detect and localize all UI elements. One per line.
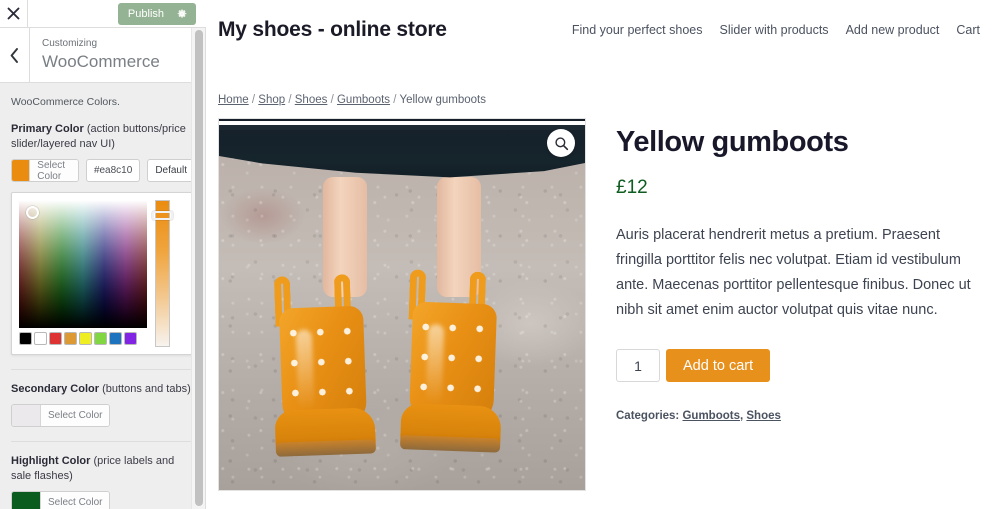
product-image[interactable] [218, 118, 586, 491]
boot-highlight [295, 329, 315, 410]
customizer-titles: Customizing WooCommerce [30, 28, 160, 82]
highlight-color-swatch[interactable] [12, 492, 40, 509]
categories-label: Categories: [616, 410, 680, 422]
preset-swatch-yellow[interactable] [79, 332, 92, 345]
nav-item-slider-with-products[interactable]: Slider with products [719, 23, 828, 37]
preset-swatch-orange[interactable] [64, 332, 77, 345]
site-header: My shoes - online store Find your perfec… [206, 0, 1000, 48]
close-icon[interactable] [0, 0, 28, 27]
product-title: Yellow gumboots [616, 126, 849, 158]
highlight-color-title: Highlight Color [11, 455, 91, 467]
breadcrumb-link-shop[interactable]: Shop [258, 94, 285, 106]
saturation-field[interactable] [19, 200, 147, 328]
primary-color-row: Select Color #ea8c10 Default [11, 159, 195, 182]
primary-select-color-button[interactable]: Select Color [11, 159, 79, 182]
breadcrumb-separator: / [330, 94, 334, 106]
breadcrumb-current: Yellow gumboots [399, 94, 486, 106]
preset-swatch-green[interactable] [94, 332, 107, 345]
breadcrumb-link-gumboots[interactable]: Gumboots [337, 94, 390, 106]
sidebar-scrollbar-thumb[interactable] [195, 30, 203, 506]
breadcrumb-separator: / [393, 94, 397, 106]
highlight-select-color-label: Select Color [40, 492, 110, 509]
customizing-label: Customizing [42, 38, 98, 49]
breadcrumb-separator: / [288, 94, 292, 106]
divider [11, 441, 195, 442]
hue-slider[interactable] [152, 200, 173, 347]
primary-default-button[interactable]: Default [147, 159, 195, 182]
gear-icon[interactable] [176, 8, 188, 20]
hue-slider-handle[interactable] [152, 211, 173, 220]
hue-gradient[interactable] [155, 200, 170, 347]
publish-button[interactable]: Publish [117, 3, 196, 25]
photo-boot-left [268, 267, 383, 467]
publish-button-label: Publish [127, 8, 164, 20]
product-description: Auris placerat hendrerit metus a pretium… [616, 227, 971, 318]
nav-item-cart[interactable]: Cart [956, 23, 980, 37]
panel-description: WooCommerce Colors. [11, 96, 120, 108]
nav-item-add-new-product[interactable]: Add new product [846, 23, 940, 37]
product-summary: Yellow gumboots £12 Auris placerat hendr… [616, 118, 1000, 491]
preset-swatch-purple[interactable] [124, 332, 137, 345]
site-title: My shoes - online store [218, 18, 447, 41]
primary-color-swatch[interactable] [12, 160, 30, 181]
product-section: Yellow gumboots £12 Auris placerat hendr… [206, 106, 1000, 491]
breadcrumb-link-shoes[interactable]: Shoes [295, 94, 328, 106]
highlight-select-color-button[interactable]: Select Color [11, 491, 111, 509]
boot-highlight [425, 324, 445, 405]
add-to-cart-button[interactable]: Add to cart [666, 349, 771, 382]
secondary-color-label: Secondary Color (buttons and tabs) [11, 382, 195, 397]
category-link-shoes[interactable]: Shoes [746, 410, 781, 422]
secondary-select-color-button[interactable]: Select Color [11, 404, 111, 427]
product-photo [219, 119, 585, 490]
secondary-color-row: Select Color [11, 404, 195, 427]
category-link-gumboots[interactable]: Gumboots [682, 410, 740, 422]
preset-swatches[interactable] [19, 332, 147, 345]
primary-hex-input[interactable]: #ea8c10 [85, 159, 141, 182]
preset-swatch-red[interactable] [49, 332, 62, 345]
sidebar-scrollbar[interactable] [191, 28, 205, 509]
secondary-color-title: Secondary Color [11, 383, 100, 395]
color-picker-panel[interactable] [11, 192, 195, 355]
saturation-cursor[interactable] [26, 206, 39, 219]
highlight-color-row: Select Color [11, 491, 195, 509]
photo-boot-right [398, 263, 513, 463]
quantity-input[interactable] [616, 349, 660, 382]
highlight-color-label: Highlight Color (price labels and sale f… [11, 454, 195, 484]
customizer-panel-body[interactable]: WooCommerce Colors. Primary Color (actio… [0, 84, 206, 509]
product-price: £12 [616, 177, 648, 198]
secondary-select-color-label: Select Color [40, 405, 110, 426]
saturation-gradient[interactable] [19, 200, 147, 328]
breadcrumb-separator: / [251, 94, 256, 106]
primary-color-title: Primary Color [11, 123, 84, 135]
search-icon[interactable] [547, 129, 575, 157]
photo-skirt-stripe [219, 121, 585, 130]
panel-title: WooCommerce [42, 52, 160, 71]
boot-sole [399, 435, 501, 453]
nav-item-find-your-perfect-shoes[interactable]: Find your perfect shoes [572, 23, 703, 37]
categories-separator: , [739, 410, 744, 422]
chevron-left-icon[interactable] [0, 28, 30, 82]
customizer-screen: Publish Customizing WooCommerce WooComme… [0, 0, 1000, 509]
secondary-color-swatch[interactable] [12, 405, 40, 426]
boot-sole [275, 439, 377, 457]
site-nav: Find your perfect shoes Slider with prod… [572, 23, 980, 37]
product-categories: Categories: Gumboots, Shoes [616, 410, 982, 422]
primary-color-label: Primary Color (action buttons/price slid… [11, 122, 195, 152]
preset-swatch-black[interactable] [19, 332, 32, 345]
customizer-header: Customizing WooCommerce [0, 28, 205, 83]
customizer-topbar: Publish [0, 0, 206, 28]
primary-select-color-label: Select Color [29, 160, 78, 181]
preset-swatch-white[interactable] [34, 332, 47, 345]
breadcrumb-link-home[interactable]: Home [218, 94, 249, 106]
customizer-sidebar: Publish Customizing WooCommerce WooComme… [0, 0, 206, 509]
breadcrumb: Home / Shop / Shoes / Gumboots / Yellow … [206, 48, 1000, 106]
secondary-color-hint: (buttons and tabs) [102, 383, 191, 395]
divider [11, 369, 195, 370]
add-to-cart-form: Add to cart [616, 349, 982, 382]
preset-swatch-blue[interactable] [109, 332, 122, 345]
site-preview: My shoes - online store Find your perfec… [206, 0, 1000, 509]
